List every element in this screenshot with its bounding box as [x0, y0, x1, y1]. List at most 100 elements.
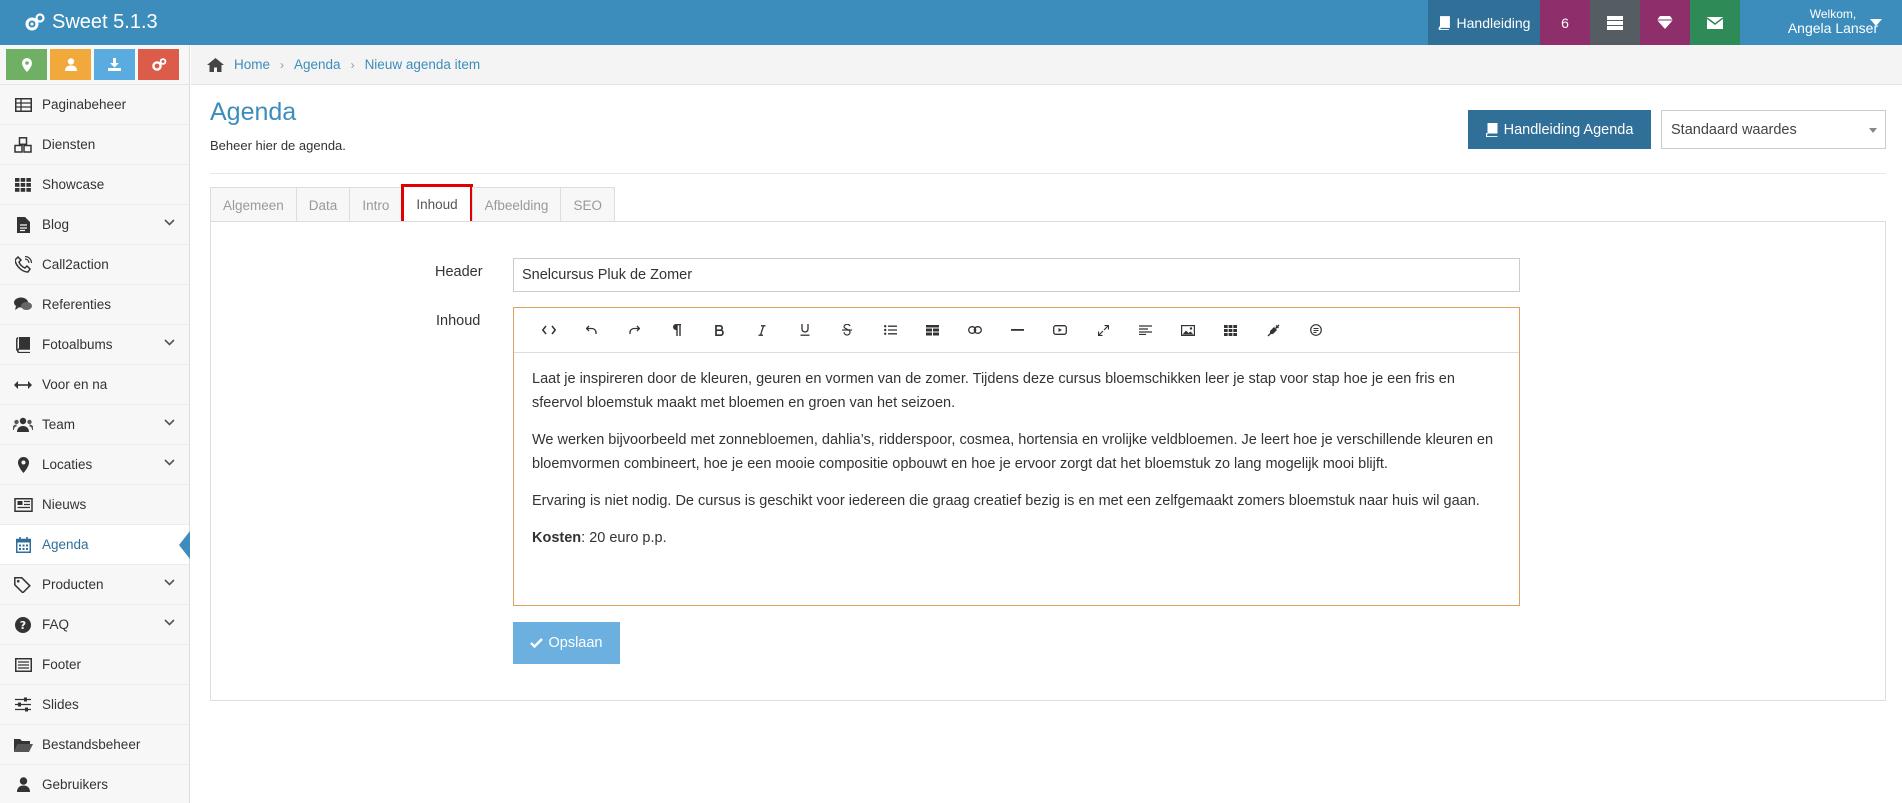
sidebar-item-label: Call2action — [42, 257, 109, 272]
link-button[interactable] — [954, 315, 997, 345]
server-icon — [1607, 15, 1623, 30]
download-icon — [108, 58, 121, 71]
grid-button[interactable] — [1210, 315, 1253, 345]
sidebar-item-showcase[interactable]: Showcase — [0, 165, 189, 205]
bold-icon — [715, 324, 724, 336]
sidebar-item-locaties[interactable]: Locaties — [0, 445, 189, 485]
diamond-button[interactable] — [1640, 0, 1690, 45]
sidebar-item-diensten[interactable]: Diensten — [0, 125, 189, 165]
cost-value: : 20 euro p.p. — [581, 530, 667, 546]
divider — [210, 173, 1886, 174]
breadcrumb-current[interactable]: Nieuw agenda item — [365, 57, 481, 72]
sidebar-item-label: Gebruikers — [42, 777, 109, 792]
quick-user-button[interactable] — [50, 49, 91, 80]
tab-intro[interactable]: Intro — [349, 187, 403, 222]
sidebar-item-voor-en-na[interactable]: Voor en na — [0, 365, 189, 405]
cubes-icon — [12, 136, 34, 154]
tab-afbeelding[interactable]: Afbeelding — [471, 187, 562, 222]
content-paragraph: Laat je inspireren door de kleuren, geur… — [532, 371, 1455, 411]
more-button[interactable] — [1295, 315, 1338, 345]
save-button[interactable]: Opslaan — [513, 622, 620, 664]
redo-icon — [629, 325, 640, 334]
image-icon — [1181, 324, 1196, 336]
sidebar-item-agenda[interactable]: Agenda — [0, 525, 190, 565]
header-input[interactable]: Snelcursus Pluk de Zomer — [513, 258, 1520, 292]
sidebar-item-producten[interactable]: Producten — [0, 565, 189, 605]
sidebar-item-label: Fotoalbums — [42, 337, 113, 352]
sidebar-item-label: Nieuws — [42, 497, 87, 512]
arrows-h-icon — [12, 376, 34, 394]
comments-icon — [12, 296, 34, 314]
bold-button[interactable] — [698, 315, 741, 345]
cogs-icon — [151, 57, 166, 71]
paragraph-button[interactable] — [656, 315, 699, 345]
quick-settings-button[interactable] — [138, 49, 179, 80]
sidebar-item-referenties[interactable]: Referenties — [0, 285, 189, 325]
user-icon — [64, 58, 77, 71]
underline-icon — [800, 324, 810, 336]
sidebar-item-label: Agenda — [42, 537, 89, 552]
tags-icon — [12, 576, 34, 594]
book-icon — [12, 336, 34, 354]
sidebar-item-call2action[interactable]: Call2action — [0, 245, 189, 285]
list-alt-icon — [12, 656, 34, 674]
cogs-icon — [25, 12, 45, 30]
sidebar-item-label: Blog — [42, 217, 70, 232]
sidebar-item-label: Team — [42, 417, 76, 432]
quick-location-button[interactable] — [6, 49, 47, 80]
sidebar-item-slides[interactable]: Slides — [0, 685, 189, 725]
editor-content[interactable]: Laat je inspireren door de kleuren, geur… — [514, 353, 1519, 550]
mail-button[interactable] — [1690, 0, 1740, 45]
redo-button[interactable] — [613, 315, 656, 345]
chevron-down-icon — [164, 339, 175, 346]
sliders-icon — [12, 696, 34, 714]
table-icon — [926, 324, 940, 335]
manual-link[interactable]: Handleiding — [1428, 0, 1540, 45]
quick-download-button[interactable] — [94, 49, 135, 80]
video-button[interactable] — [1039, 315, 1082, 345]
horizontal-rule-button[interactable] — [997, 315, 1040, 345]
manual-agenda-button[interactable]: Handleiding Agenda — [1468, 110, 1651, 149]
sidebar-item-nieuws[interactable]: Nieuws — [0, 485, 189, 525]
image-button[interactable] — [1167, 315, 1210, 345]
notification-count[interactable]: 6 — [1540, 0, 1590, 45]
undo-button[interactable] — [571, 315, 614, 345]
content-paragraph: Kosten: 20 euro p.p. — [532, 526, 1501, 550]
manual-agenda-label: Handleiding Agenda — [1503, 121, 1634, 138]
sidebar-item-gebruikers[interactable]: Gebruikers — [0, 765, 189, 803]
user-menu[interactable]: Welkom, Angela Lanser — [1740, 0, 1902, 45]
underline-button[interactable] — [784, 315, 827, 345]
sidebar-item-faq[interactable]: ? FAQ — [0, 605, 189, 645]
page-title: Agenda — [210, 98, 297, 126]
content-paragraph: Ervaring is niet nodig. De cursus is ges… — [532, 493, 1480, 509]
check-icon — [530, 638, 544, 648]
breadcrumb: Home › Agenda › Nieuw agenda item — [191, 45, 1902, 85]
phone-volume-icon — [12, 256, 34, 274]
breadcrumb-home[interactable]: Home — [234, 57, 270, 72]
fullscreen-button[interactable] — [1082, 315, 1125, 345]
list-button[interactable] — [869, 315, 912, 345]
caret-down-icon — [1870, 19, 1882, 26]
grid-icon — [12, 176, 34, 194]
plugin-button[interactable] — [1252, 315, 1295, 345]
app-brand[interactable]: Sweet 5.1.3 — [24, 0, 158, 45]
table-button[interactable] — [911, 315, 954, 345]
tab-data[interactable]: Data — [295, 187, 351, 222]
server-button[interactable] — [1590, 0, 1640, 45]
sidebar-item-blog[interactable]: Blog — [0, 205, 189, 245]
book-icon — [1485, 122, 1498, 137]
tab-seo[interactable]: SEO — [560, 187, 615, 222]
sidebar-item-footer[interactable]: Footer — [0, 645, 189, 685]
code-view-button[interactable] — [528, 315, 571, 345]
defaults-select[interactable]: Standaard waardes — [1661, 110, 1886, 149]
sidebar-item-fotoalbums[interactable]: Fotoalbums — [0, 325, 189, 365]
italic-button[interactable] — [741, 315, 784, 345]
strikethrough-button[interactable] — [826, 315, 869, 345]
tab-inhoud[interactable]: Inhoud — [401, 184, 473, 225]
sidebar-item-paginabeheer[interactable]: Paginabeheer — [0, 85, 189, 125]
sidebar-item-team[interactable]: Team — [0, 405, 189, 445]
tab-algemeen[interactable]: Algemeen — [210, 187, 297, 222]
breadcrumb-agenda[interactable]: Agenda — [294, 57, 341, 72]
align-button[interactable] — [1124, 315, 1167, 345]
sidebar-item-bestandsbeheer[interactable]: Bestandsbeheer — [0, 725, 189, 765]
